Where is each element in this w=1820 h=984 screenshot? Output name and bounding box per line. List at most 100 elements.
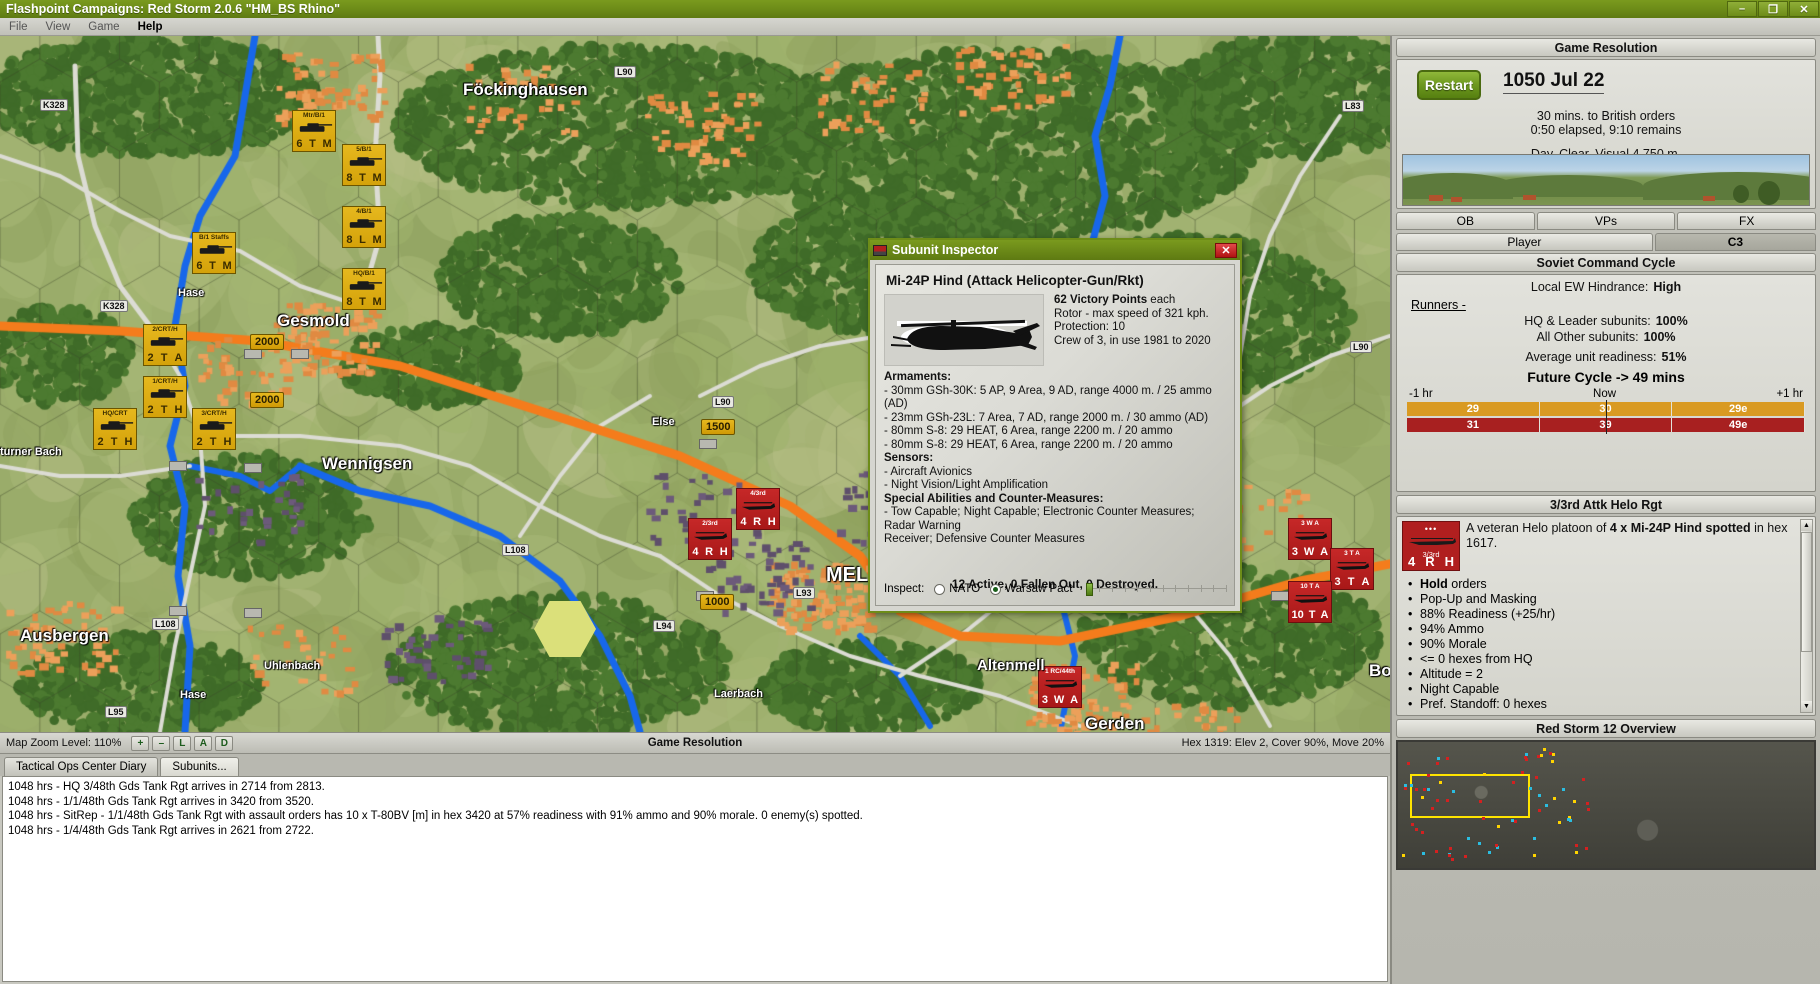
minimap-unit-dot bbox=[1421, 851, 1425, 855]
list-item: Pop-Up and Masking bbox=[1406, 592, 1810, 607]
zoom-in-button[interactable]: + bbox=[131, 735, 150, 751]
radio-warsaw-pact-label: Warsaw Pact bbox=[1005, 583, 1073, 595]
crew-line: Crew of 3, in use 1981 to 2020 bbox=[1054, 334, 1211, 347]
tab-vps[interactable]: VPs bbox=[1536, 212, 1676, 230]
unit-panel-scrollbar[interactable]: ▲ ▼ bbox=[1800, 519, 1813, 713]
counter-symbol-icon bbox=[1042, 677, 1078, 690]
radio-nato-icon[interactable] bbox=[934, 583, 946, 595]
restart-button[interactable]: Restart bbox=[1417, 70, 1481, 100]
slider-tick bbox=[1200, 585, 1202, 592]
subunit-index-slider[interactable] bbox=[1086, 583, 1227, 596]
counter-symbol-icon bbox=[1292, 529, 1328, 542]
tab-tactical-ops-center-diary[interactable]: Tactical Ops Center Diary bbox=[4, 757, 159, 776]
subunit-details: Armaments: - 30mm GSh-30K: 5 AP, 9 Area,… bbox=[876, 366, 1234, 547]
radio-warsaw-pact-icon[interactable] bbox=[990, 583, 1002, 595]
minimap-unit-dot bbox=[1487, 850, 1491, 854]
tab-ob[interactable]: OB bbox=[1396, 212, 1535, 230]
overview-minimap[interactable] bbox=[1396, 740, 1816, 870]
unit-counter[interactable]: 2/3rd 4 R H bbox=[688, 518, 732, 560]
close-icon[interactable]: ✕ bbox=[1215, 242, 1237, 258]
map-zoom-bar: Map Zoom Level: 110% + – L A D Game Reso… bbox=[0, 732, 1390, 754]
radio-warsaw-pact[interactable]: Warsaw Pact bbox=[990, 583, 1072, 595]
minimap-unit-dot bbox=[1436, 799, 1440, 803]
game-resolution-row: Restart 1050 Jul 22 bbox=[1403, 64, 1809, 100]
diary-line: 1048 hrs - HQ 3/48th Gds Tank Rgt arrive… bbox=[8, 781, 325, 793]
menu-item-help[interactable]: Help bbox=[129, 20, 172, 34]
unit-counter[interactable]: 3 W A 3WA bbox=[1288, 518, 1332, 560]
counter-symbol-icon bbox=[296, 121, 333, 134]
counter-id: 2/CRT/H bbox=[152, 326, 178, 333]
ew-hindrance-row: Local EW Hindrance: High bbox=[1405, 280, 1807, 294]
all-toggle-button[interactable]: A bbox=[194, 735, 213, 751]
helicopter-silhouette-icon bbox=[1409, 538, 1456, 545]
tab-subunits[interactable]: Subunits... bbox=[160, 757, 239, 776]
map-place-label: Bo bbox=[1369, 661, 1390, 680]
bottom-tab-strip: Tactical Ops Center Diary Subunits... bbox=[0, 754, 1390, 776]
window-titlebar: Flashpoint Campaigns: Red Storm 2.0.6 "H… bbox=[0, 0, 1820, 18]
unit-counter[interactable]: 3 T A 3TA bbox=[1330, 548, 1374, 590]
highway-marker: L90 bbox=[1350, 341, 1372, 353]
menu-item-view[interactable]: View bbox=[37, 20, 80, 34]
unit-counter[interactable]: HQ/CRT 2 T H bbox=[93, 408, 137, 450]
mi24-hind-silhouette-icon bbox=[891, 319, 1040, 350]
minimap-unit-dot bbox=[1414, 828, 1418, 832]
selected-unit-header: 3/3rd Attk Helo Rgt bbox=[1396, 495, 1816, 514]
minimap-unit-dot bbox=[1450, 857, 1454, 861]
command-timeline[interactable]: 29 30 29e 31 39 49e bbox=[1407, 400, 1806, 434]
subunit-image bbox=[884, 294, 1044, 366]
close-button[interactable]: ✕ bbox=[1789, 1, 1819, 17]
bridge-marker bbox=[699, 439, 717, 449]
bullet-bold: Hold bbox=[1420, 577, 1448, 591]
maximize-button[interactable]: ❐ bbox=[1758, 1, 1788, 17]
scroll-up-icon[interactable]: ▲ bbox=[1801, 520, 1812, 531]
radio-nato[interactable]: NATO bbox=[934, 583, 980, 595]
victory-point-flag[interactable]: 1000 bbox=[700, 594, 735, 610]
victory-point-flag[interactable]: 2000 bbox=[250, 334, 285, 350]
minimap-unit-dot bbox=[1402, 853, 1406, 857]
unit-counter[interactable]: Mtr/B/1 6 T M bbox=[292, 110, 336, 152]
hq-runners-label: HQ & Leader subunits: bbox=[1524, 314, 1651, 328]
orders-countdown: 30 mins. to British orders bbox=[1536, 109, 1676, 123]
detail-toggle-button[interactable]: D bbox=[215, 735, 234, 751]
minimap-unit-dot bbox=[1574, 851, 1578, 855]
tab-player[interactable]: Player bbox=[1396, 233, 1653, 251]
unit-counter[interactable]: HQ/B/1 8 T M bbox=[342, 268, 386, 310]
labels-toggle-button[interactable]: L bbox=[173, 735, 192, 751]
unit-counter[interactable]: 10 T A 10 T A bbox=[1288, 581, 1332, 623]
highway-marker: L93 bbox=[793, 587, 815, 599]
tab-fx[interactable]: FX bbox=[1677, 212, 1817, 230]
unit-counter[interactable]: 2/CRT/H 2 T A bbox=[143, 324, 187, 366]
unit-desc-part: A veteran Helo platoon of bbox=[1466, 521, 1610, 535]
unit-counter[interactable]: 5/B/1 8 T M bbox=[342, 144, 386, 186]
victory-point-flag[interactable]: 2000 bbox=[250, 392, 285, 408]
bullet-text: orders bbox=[1447, 577, 1487, 591]
unit-counter[interactable]: 3/CRT/H 2 T H bbox=[192, 408, 236, 450]
unit-counter[interactable]: B/1 Staffs 6 T M bbox=[192, 232, 236, 274]
scrollbar-thumb[interactable] bbox=[1801, 532, 1812, 652]
slider-tick bbox=[1213, 585, 1215, 592]
slider-knob[interactable] bbox=[1086, 583, 1094, 596]
minimap-unit-dot bbox=[1521, 770, 1525, 774]
minimap-unit-dot bbox=[1558, 821, 1562, 825]
diary-log[interactable]: 1048 hrs - HQ 3/48th Gds Tank Rgt arrive… bbox=[2, 776, 1388, 982]
victory-point-flag[interactable]: 1500 bbox=[701, 419, 736, 435]
zoom-out-button[interactable]: – bbox=[152, 735, 171, 751]
unit-counter[interactable]: 1/CRT/H 2 T H bbox=[143, 376, 187, 418]
minimap-unit-dot bbox=[1532, 854, 1536, 858]
minimap-unit-dot bbox=[1586, 807, 1590, 811]
minimap-unit-dot bbox=[1482, 817, 1485, 821]
diary-line: 1048 hrs - SitRep - 1/1/48th Gds Tank Rg… bbox=[8, 810, 863, 822]
unit-counter-icon[interactable]: ••• 3/3rd 4 R H bbox=[1402, 521, 1460, 571]
subunit-inspector-dialog[interactable]: Subunit Inspector ✕ Mi-24P Hind (Attack … bbox=[868, 238, 1242, 613]
tab-c3[interactable]: C3 bbox=[1654, 233, 1816, 251]
map-place-label: turner Bach bbox=[0, 446, 62, 458]
scroll-down-icon[interactable]: ▼ bbox=[1801, 701, 1812, 712]
unit-counter[interactable]: 4/3rd 4 R H bbox=[736, 488, 780, 530]
unit-counter[interactable]: 4/B/1 8 L M bbox=[342, 206, 386, 248]
bridge-marker bbox=[244, 463, 262, 473]
menu-item-game[interactable]: Game bbox=[79, 20, 128, 34]
menu-item-file[interactable]: File bbox=[0, 20, 37, 34]
armament-line: - 30mm GSh-30K: 5 AP, 9 Area, 9 AD, rang… bbox=[884, 384, 1212, 411]
timeline-cell: 29 bbox=[1407, 402, 1540, 416]
minimize-button[interactable]: – bbox=[1727, 1, 1757, 17]
